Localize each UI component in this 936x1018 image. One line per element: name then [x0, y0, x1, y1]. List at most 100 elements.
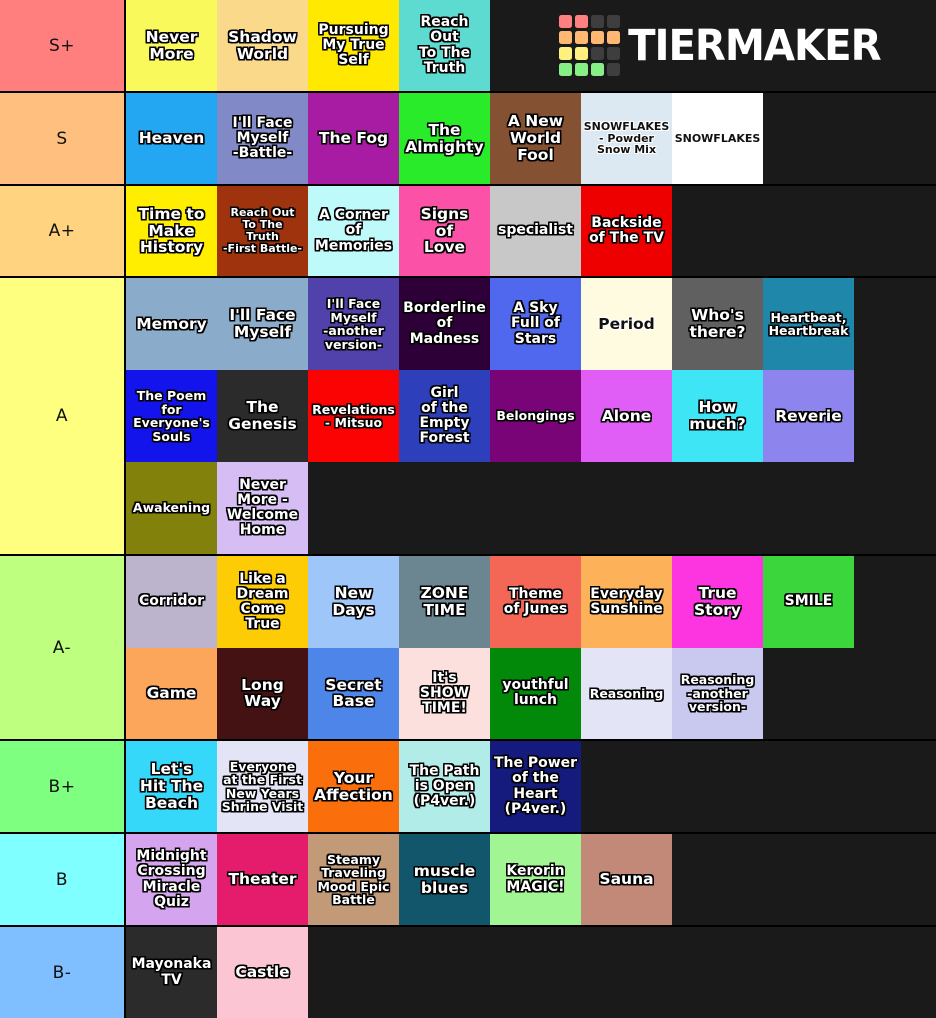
tier-drop-area[interactable]: Never More Shadow World Pursuing My True S… — [126, 0, 936, 91]
tier-item[interactable]: SMILE — [763, 556, 854, 648]
tier-item[interactable]: Period — [581, 278, 672, 370]
tier-item[interactable]: Reasoning — [581, 647, 672, 739]
tier-item[interactable]: The Poem for Everyone's Souls — [126, 370, 217, 462]
tier-item[interactable]: Pursuing My True Self — [308, 0, 399, 91]
tier-subrow: Time to Make History Reach Out To The Tru… — [126, 186, 936, 276]
tier-item[interactable]: Borderline of Madness — [399, 278, 490, 370]
tier-subrow: Memory I'll Face Myself I'll Face Myself -… — [126, 278, 936, 370]
tier-label[interactable]: B+ — [0, 741, 126, 832]
tier-item[interactable]: Heaven — [126, 93, 217, 184]
tier-item[interactable]: Like a Dream Come True — [217, 556, 308, 648]
tier-item[interactable]: Kerorin MAGIC! — [490, 834, 581, 925]
tier-label[interactable]: A — [0, 278, 126, 554]
tier-label[interactable]: A- — [0, 556, 126, 739]
tier-drop-area[interactable]: Heaven I'll Face Myself -Battle- The Fog Th… — [126, 93, 936, 184]
tier-item[interactable]: Belongings — [490, 370, 581, 462]
tier-item[interactable]: The Power of the Heart (P4ver.) — [490, 741, 581, 832]
tier-item[interactable]: Alone — [581, 370, 672, 462]
tier-item-label: Long Way — [241, 675, 284, 711]
tier-item[interactable]: Midnight Crossing Miracle Quiz — [126, 834, 217, 925]
tier-item[interactable]: I'll Face Myself -another version- — [308, 278, 399, 370]
tier-row-Splus: S+ Never More Shadow World Pursuing My True… — [0, 0, 936, 93]
tier-item[interactable]: The Genesis — [217, 370, 308, 462]
tier-item[interactable]: Reach Out To The Truth — [399, 0, 490, 91]
tier-item[interactable]: A New World Fool — [490, 93, 581, 184]
tier-item[interactable]: Time to Make History — [126, 186, 217, 276]
tier-item[interactable]: I'll Face Myself — [217, 278, 308, 370]
tier-item[interactable]: The Fog — [308, 93, 399, 184]
tier-label[interactable]: B — [0, 834, 126, 925]
tier-item-label: I'll Face Myself — [229, 306, 296, 341]
tier-item-label: The Genesis — [228, 398, 297, 433]
tier-item[interactable]: Reach Out To The Truth -First Battle- — [217, 186, 308, 276]
tier-item[interactable]: Heartbeat, Heartbreak — [763, 278, 854, 370]
tier-label[interactable]: S — [0, 93, 126, 184]
tier-item[interactable]: Who's there? — [672, 278, 763, 370]
tier-item[interactable]: Theater — [217, 834, 308, 925]
tier-item[interactable]: ZONE TIME — [399, 556, 490, 648]
tier-drop-area[interactable]: Mayonaka TV Castle — [126, 927, 936, 1018]
tier-item-label: Period — [598, 314, 655, 333]
tier-item[interactable]: specialist — [490, 186, 581, 276]
tier-item-label: Backside of The TV — [589, 214, 664, 246]
tier-item[interactable]: SNOWFLAKES - Powder Snow Mix — [581, 93, 672, 184]
tier-item[interactable]: A Corner of Memories — [308, 186, 399, 276]
tier-row-Aplus: A+ Time to Make History Reach Out To The T… — [0, 186, 936, 278]
tier-item[interactable]: Long Way — [217, 647, 308, 739]
tier-item[interactable]: Your Affection — [308, 741, 399, 832]
tier-item[interactable]: I'll Face Myself -Battle- — [217, 93, 308, 184]
tier-item[interactable]: Reverie — [763, 370, 854, 462]
tier-item[interactable]: It's SHOW TIME! — [399, 647, 490, 739]
tier-item[interactable]: Shadow World — [217, 0, 308, 91]
tier-label[interactable]: A+ — [0, 186, 126, 276]
tier-item-label: Game — [146, 683, 197, 702]
tier-row-S: S Heaven I'll Face Myself -Battle- The Fog T… — [0, 93, 936, 186]
tier-drop-area[interactable]: Memory I'll Face Myself I'll Face Myself -… — [126, 278, 936, 554]
tier-item[interactable]: SNOWFLAKES — [672, 93, 763, 184]
tier-item[interactable]: Mayonaka TV — [126, 927, 217, 1018]
tier-item-label: Corridor — [138, 593, 205, 610]
tier-item[interactable]: True Story — [672, 556, 763, 648]
tier-item[interactable]: Castle — [217, 927, 308, 1018]
tier-item[interactable]: The Path is Open (P4ver.) — [399, 741, 490, 832]
tier-drop-area[interactable]: Corridor Like a Dream Come True New Days ZO… — [126, 556, 936, 739]
tier-item[interactable]: Revelations - Mitsuo — [308, 370, 399, 462]
tier-item[interactable]: Awakening — [126, 462, 217, 554]
tier-label[interactable]: S+ — [0, 0, 126, 91]
tier-item[interactable]: muscle blues — [399, 834, 490, 925]
tier-item[interactable]: Let's Hit The Beach — [126, 741, 217, 832]
tier-item[interactable]: Girl of the Empty Forest — [399, 370, 490, 462]
tier-item[interactable]: youthful lunch — [490, 647, 581, 739]
tier-label[interactable]: B- — [0, 927, 126, 1018]
tier-item[interactable]: Backside of The TV — [581, 186, 672, 276]
tier-drop-area[interactable]: Let's Hit The Beach Everyone at the First… — [126, 741, 936, 832]
tier-item-label: Reasoning -another version- — [680, 672, 755, 714]
tier-item[interactable]: A Sky Full of Stars — [490, 278, 581, 370]
tier-item-label: Reach Out To The Truth -First Battle- — [222, 206, 303, 255]
tier-item[interactable]: Everyone at the First New Years Shrine V… — [217, 741, 308, 832]
tier-item-label: Midnight Crossing Miracle Quiz — [136, 848, 207, 910]
tier-drop-area[interactable]: Midnight Crossing Miracle Quiz Theater Ste… — [126, 834, 936, 925]
tier-item[interactable]: Never More — [126, 0, 217, 91]
tier-item[interactable]: Everyday Sunshine — [581, 556, 672, 648]
tier-item[interactable]: Steamy Traveling Mood Epic Battle — [308, 834, 399, 925]
tier-item-label: muscle blues — [413, 861, 476, 897]
tier-item-label: Heaven — [138, 129, 205, 148]
tier-item[interactable]: Memory — [126, 278, 217, 370]
tier-item-label: Shadow World — [228, 27, 297, 63]
tier-subrow: The Poem for Everyone's Souls The Genesis… — [126, 370, 936, 462]
tier-item[interactable]: Corridor — [126, 556, 217, 648]
tier-item[interactable]: Sauna — [581, 834, 672, 925]
tier-item[interactable]: The Almighty — [399, 93, 490, 184]
tier-item-label: True Story — [694, 584, 741, 619]
tier-item[interactable]: Game — [126, 647, 217, 739]
tier-item[interactable]: How much? — [672, 370, 763, 462]
tier-row-A: A Memory I'll Face Myself I'll Face Myself … — [0, 278, 936, 556]
tier-item[interactable]: Reasoning -another version- — [672, 647, 763, 739]
tier-item[interactable]: Signs of Love — [399, 186, 490, 276]
tier-item[interactable]: New Days — [308, 556, 399, 648]
tier-item[interactable]: Never More - Welcome Home — [217, 462, 308, 554]
tier-drop-area[interactable]: Time to Make History Reach Out To The Tru… — [126, 186, 936, 276]
tier-item[interactable]: Theme of Junes — [490, 556, 581, 648]
tier-item[interactable]: Secret Base — [308, 647, 399, 739]
